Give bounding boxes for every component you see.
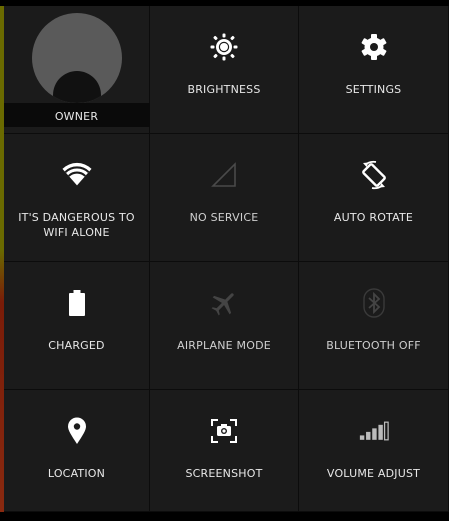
screenshot-icon [209, 416, 239, 446]
location-pin-icon [62, 416, 92, 446]
quick-settings-grid: OWNER BRIGHTNESS SETTINGS IT'S DANGEROUS… [4, 6, 449, 512]
no-signal-icon [209, 160, 239, 190]
tile-label: AUTO ROTATE [333, 211, 414, 224]
tile-auto-rotate[interactable]: AUTO ROTATE [299, 134, 449, 262]
volume-bars-icon [359, 416, 389, 446]
tile-label: AIRPLANE MODE [177, 339, 271, 352]
tile-label: IT'S DANGEROUS TO WIFI ALONE [18, 211, 135, 239]
battery-icon [62, 288, 92, 318]
bluetooth-icon [359, 288, 389, 318]
gear-icon [359, 32, 389, 62]
tile-brightness[interactable]: BRIGHTNESS [150, 6, 299, 134]
tile-bluetooth[interactable]: BLUETOOTH OFF [299, 262, 449, 390]
tile-location[interactable]: LOCATION [4, 390, 150, 512]
tile-screenshot[interactable]: SCREENSHOT [150, 390, 299, 512]
tile-label: VOLUME ADJUST [326, 467, 421, 480]
tile-owner[interactable]: OWNER [4, 6, 150, 134]
tile-volume-adjust[interactable]: VOLUME ADJUST [299, 390, 449, 512]
tile-settings[interactable]: SETTINGS [299, 6, 449, 134]
panel-bottom-edge [0, 512, 449, 521]
quick-settings-panel: OWNER BRIGHTNESS SETTINGS IT'S DANGEROUS… [0, 0, 449, 521]
tile-label: SETTINGS [345, 83, 402, 96]
auto-rotate-icon [359, 160, 389, 190]
brightness-icon [209, 32, 239, 62]
tile-label: NO SERVICE [189, 211, 259, 224]
tile-label: LOCATION [47, 467, 106, 480]
tile-wifi[interactable]: IT'S DANGEROUS TO WIFI ALONE [4, 134, 150, 262]
wifi-icon [61, 160, 92, 190]
tile-airplane-mode[interactable]: AIRPLANE MODE [150, 262, 299, 390]
tile-label: BRIGHTNESS [187, 83, 261, 96]
avatar [31, 13, 122, 103]
tile-label: SCREENSHOT [185, 467, 263, 480]
tile-label: BLUETOOTH OFF [326, 339, 421, 352]
airplane-icon [209, 288, 239, 318]
tile-battery[interactable]: CHARGED [4, 262, 150, 390]
tile-label: CHARGED [48, 339, 105, 352]
tile-label: OWNER [54, 110, 99, 123]
tile-no-service[interactable]: NO SERVICE [150, 134, 299, 262]
